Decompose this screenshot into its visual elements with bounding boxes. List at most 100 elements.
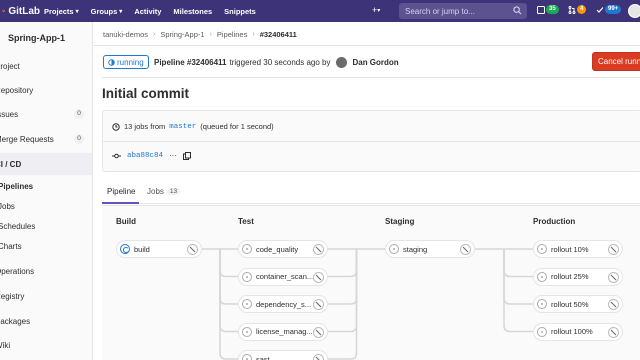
- sidebar-item-merge-requests[interactable]: Merge Requests 0: [0, 128, 92, 150]
- sidebar-item-operations[interactable]: Operations: [0, 260, 92, 282]
- created-status-icon: [242, 271, 252, 282]
- sidebar-item-project[interactable]: Project: [0, 55, 92, 77]
- cancel-job-icon[interactable]: [313, 354, 324, 360]
- gitlab-logo[interactable]: GitLab: [0, 6, 40, 17]
- avatar[interactable]: [336, 57, 348, 68]
- merge-requests-counter[interactable]: 4: [568, 5, 587, 14]
- nav-snippets[interactable]: Snippets: [224, 7, 256, 16]
- chevron-right-icon: ›: [209, 31, 212, 38]
- copy-icon[interactable]: [183, 151, 192, 160]
- merge-requests-count: 4: [577, 5, 587, 14]
- cancel-job-icon[interactable]: [608, 299, 619, 310]
- jobs-count-text: 13 jobs from: [124, 122, 166, 131]
- nav-milestones[interactable]: Milestones: [173, 7, 212, 16]
- cancel-job-icon[interactable]: [313, 299, 324, 310]
- cancel-job-icon[interactable]: [313, 244, 324, 255]
- chevron-down-icon: ▾: [119, 8, 123, 15]
- breadcrumb-pipelines[interactable]: Pipelines: [217, 30, 247, 39]
- tab-label: Jobs: [147, 187, 164, 196]
- jobs-summary: 13 jobs from master (queued for 1 second…: [112, 122, 274, 131]
- sidebar-item-issues[interactable]: Issues 0: [0, 103, 92, 125]
- nav-label: Snippets: [224, 6, 256, 16]
- divider: [93, 45, 640, 46]
- divider: [102, 77, 640, 78]
- search-input[interactable]: Search or jump to...: [399, 3, 527, 19]
- job-item[interactable]: rollout 50%: [533, 295, 623, 313]
- pipeline-tabs: Pipeline Jobs 13: [102, 180, 640, 204]
- cancel-job-icon[interactable]: [608, 271, 619, 283]
- sidebar-item-charts[interactable]: Charts: [0, 235, 92, 257]
- created-status-icon: [537, 244, 547, 254]
- nav-groups[interactable]: Groups ▾: [91, 7, 123, 16]
- sidebar-item-ci-cd[interactable]: CI / CD: [0, 153, 92, 175]
- sidebar-item-jobs[interactable]: Jobs: [0, 195, 92, 217]
- sidebar-count-badge: 0: [74, 109, 84, 119]
- job-item[interactable]: rollout 100%: [533, 322, 623, 341]
- cancel-job-icon[interactable]: [608, 244, 619, 255]
- status-badge[interactable]: running: [103, 55, 149, 69]
- cancel-job-icon[interactable]: [460, 244, 471, 255]
- sidebar-item-packages[interactable]: Packages: [0, 310, 92, 332]
- cancel-job-icon[interactable]: [608, 326, 619, 338]
- sidebar-item-registry[interactable]: Registry: [0, 285, 92, 307]
- issues-counter[interactable]: 35: [537, 5, 559, 14]
- running-status-icon: [120, 244, 130, 254]
- job-item[interactable]: staging: [385, 240, 475, 258]
- main-menu: Projects ▾ Groups ▾ Activity Milestones Snippe…: [44, 7, 256, 16]
- cancel-job-icon[interactable]: [313, 326, 324, 338]
- chevron-right-icon: ›: [153, 31, 156, 38]
- brand-label: GitLab: [8, 5, 40, 17]
- sidebar-item-schedules[interactable]: Schedules: [0, 215, 92, 237]
- branch-link[interactable]: master: [169, 123, 196, 131]
- job-name: code_quality: [256, 244, 299, 254]
- cancel-running-button[interactable]: Cancel running: [592, 52, 640, 71]
- job-item[interactable]: sast: [238, 350, 328, 360]
- triggered-text: triggered 30 seconds ago by: [229, 58, 331, 67]
- pipeline-title: Pipeline #32406411: [154, 58, 227, 67]
- sidebar-item-wiki[interactable]: Wiki: [0, 334, 92, 356]
- job-name: license_manag...: [256, 327, 313, 336]
- job-item[interactable]: code_quality: [238, 240, 328, 258]
- created-status-icon: [389, 244, 399, 254]
- sidebar-item-label: Operations: [0, 266, 35, 276]
- job-name: rollout 25%: [551, 272, 589, 281]
- job-item[interactable]: rollout 10%: [533, 240, 623, 258]
- sidebar-item-label: Project: [0, 61, 20, 71]
- job-item[interactable]: dependency_s...: [238, 295, 328, 313]
- chevron-right-icon: ›: [252, 31, 255, 38]
- created-status-icon: [537, 299, 547, 309]
- cancel-job-icon[interactable]: [187, 244, 198, 255]
- project-name[interactable]: Spring-App-1: [8, 33, 65, 43]
- job-name: staging: [403, 244, 428, 254]
- new-dropdown-button[interactable]: + ▾: [372, 5, 380, 15]
- breadcrumb-project[interactable]: Spring-App-1: [160, 30, 204, 39]
- nav-projects[interactable]: Projects ▾: [44, 7, 79, 16]
- user-avatar[interactable]: [628, 4, 640, 18]
- created-status-icon: [537, 271, 547, 282]
- sidebar-item-label: Merge Requests: [0, 134, 54, 144]
- breadcrumb-current[interactable]: #32406411: [260, 30, 297, 39]
- nav-activity[interactable]: Activity: [134, 7, 161, 16]
- commit-sha-link[interactable]: aba88c84: [127, 152, 163, 160]
- job-name: rollout 100%: [551, 327, 593, 336]
- sidebar-item-repository[interactable]: Repository: [0, 79, 92, 101]
- sidebar-item-label: Wiki: [0, 340, 11, 350]
- pipeline-info-box: 13 jobs from master (queued for 1 second…: [102, 110, 640, 172]
- todos-counter[interactable]: 99+: [596, 5, 622, 14]
- user-name[interactable]: Dan Gordon: [352, 58, 398, 67]
- created-status-icon: [242, 354, 252, 360]
- tab-pipeline[interactable]: Pipeline: [107, 187, 135, 196]
- sidebar-item-pipelines[interactable]: Pipelines: [0, 175, 92, 197]
- job-item[interactable]: license_manag...: [238, 322, 328, 341]
- search-placeholder: Search or jump to...: [405, 6, 475, 16]
- breadcrumb: tanuki-demos › Spring-App-1 › Pipelines › #…: [103, 30, 297, 39]
- cancel-job-icon[interactable]: [313, 271, 324, 283]
- connector-line: [328, 249, 358, 333]
- job-item[interactable]: rollout 25%: [533, 267, 623, 286]
- active-tab-indicator: [102, 202, 139, 204]
- job-item[interactable]: container_scan...: [238, 267, 328, 286]
- job-item[interactable]: build: [116, 240, 202, 258]
- expand-commit-button[interactable]: ···: [169, 151, 177, 160]
- tab-jobs[interactable]: Jobs 13: [147, 187, 181, 196]
- breadcrumb-group[interactable]: tanuki-demos: [103, 30, 148, 39]
